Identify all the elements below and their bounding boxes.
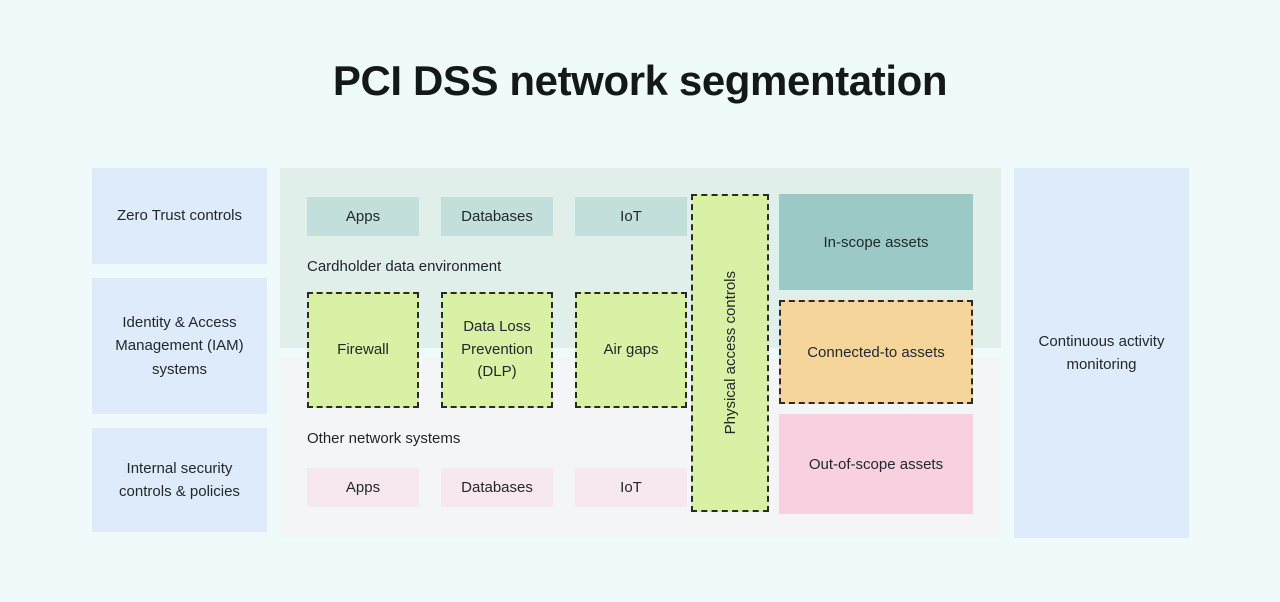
sidebar-item-zero-trust-controls[interactable]: Zero Trust controls [92, 168, 267, 264]
scope-label: Out-of-scope assets [808, 455, 944, 473]
control-air-gaps[interactable]: Air gaps [575, 292, 687, 408]
sidebar-item-label: Identity & Access Management (IAM) syste… [115, 313, 244, 378]
other-network-asset-row: Apps Databases IoT [307, 468, 687, 507]
cde-section-label: Cardholder data environment [307, 258, 502, 275]
scope-in-scope-assets[interactable]: In-scope assets [779, 194, 973, 290]
sidebar-item-continuous-activity-monitoring[interactable]: Continuous activity monitoring [1014, 168, 1189, 538]
chip-label: Apps [345, 479, 381, 496]
cde-asset-apps[interactable]: Apps [307, 197, 419, 236]
physical-access-controls-label: Physical access controls [721, 271, 739, 435]
control-data-loss-prevention[interactable]: Data Loss Prevention (DLP) [441, 292, 553, 408]
control-label: Air gaps [603, 340, 659, 358]
left-sidebar: Zero Trust controls Identity & Access Ma… [92, 168, 267, 532]
cde-controls-row: Firewall Data Loss Prevention (DLP) Air … [307, 292, 687, 408]
physical-access-controls-column[interactable]: Physical access controls [691, 194, 769, 512]
scope-classification-stack: In-scope assets Connected-to assets Out-… [779, 194, 973, 514]
chip-label: Apps [345, 208, 381, 225]
right-sidebar: Continuous activity monitoring [1014, 168, 1189, 538]
chip-label: IoT [620, 208, 642, 225]
other-asset-iot[interactable]: IoT [575, 468, 687, 507]
scope-label: In-scope assets [823, 233, 929, 251]
other-network-section-label: Other network systems [307, 430, 461, 447]
chip-label: IoT [620, 479, 642, 496]
sidebar-item-internal-security-controls[interactable]: Internal security controls & policies [92, 428, 267, 532]
cde-asset-row: Apps Databases IoT [307, 197, 687, 236]
sidebar-item-label: Zero Trust controls [116, 207, 243, 225]
sidebar-item-label: Continuous activity monitoring [1038, 332, 1165, 373]
page-title: PCI DSS network segmentation [332, 57, 948, 104]
chip-label: Databases [461, 479, 533, 496]
cde-asset-databases[interactable]: Databases [441, 197, 553, 236]
scope-out-of-scope-assets[interactable]: Out-of-scope assets [779, 414, 973, 514]
control-firewall[interactable]: Firewall [307, 292, 419, 408]
other-asset-apps[interactable]: Apps [307, 468, 419, 507]
network-segmentation-diagram: Apps Databases IoT Cardholder data envir… [280, 168, 1001, 537]
chip-label: Databases [461, 208, 533, 225]
sidebar-item-iam-systems[interactable]: Identity & Access Management (IAM) syste… [92, 278, 267, 414]
other-asset-databases[interactable]: Databases [441, 468, 553, 507]
control-label: Firewall [337, 340, 389, 358]
cde-asset-iot[interactable]: IoT [575, 197, 687, 236]
scope-connected-to-assets[interactable]: Connected-to assets [779, 300, 973, 404]
control-label: Data Loss Prevention (DLP) [461, 318, 533, 381]
sidebar-item-label: Internal security controls & policies [119, 459, 240, 500]
scope-label: Connected-to assets [807, 343, 945, 361]
